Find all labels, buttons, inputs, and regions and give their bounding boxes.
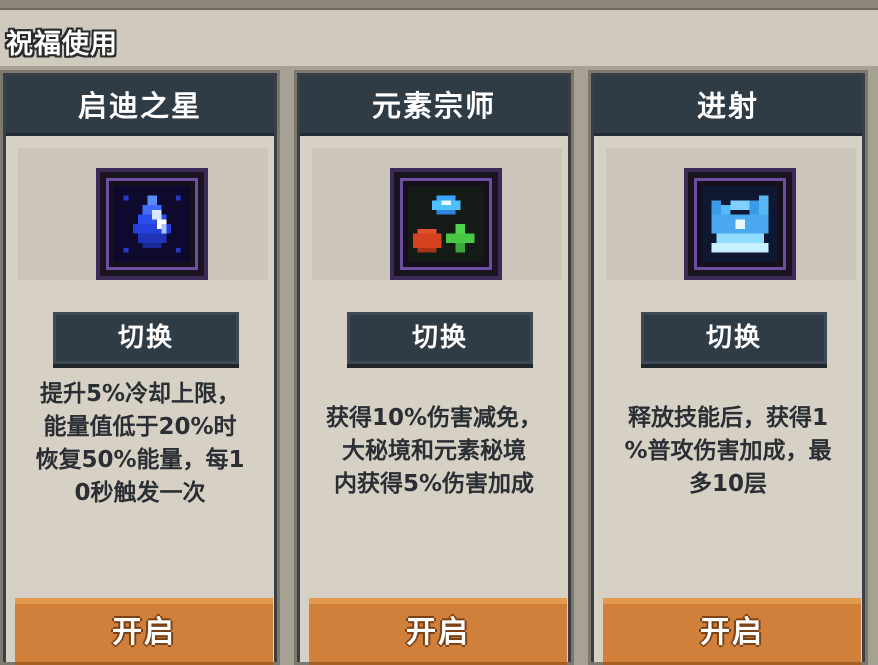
- blessing-screen: 祝福使用 启迪之星 切换 提升5%冷却上限， 能量值低于20%时 恢复50%能量…: [0, 0, 878, 665]
- card-body: 元素宗师 切换 获得10%伤害减免， 大秘境和元素秘境 内获得5%伤害加成 开启: [297, 73, 571, 665]
- icon-panel: [18, 148, 268, 280]
- switch-button[interactable]: 切换: [53, 312, 239, 364]
- icon-panel: [606, 148, 856, 280]
- card-title-bar: 元素宗师: [300, 76, 568, 136]
- switch-button-label: 切换: [411, 323, 468, 353]
- switch-button[interactable]: 切换: [347, 312, 533, 364]
- enable-button-label: 开启: [406, 615, 470, 650]
- card-body: 启迪之星 切换 提升5%冷却上限， 能量值低于20%时 恢复50%能量，每1 0…: [3, 73, 277, 665]
- card-title: 进射: [696, 89, 759, 123]
- card-title: 元素宗师: [371, 89, 496, 123]
- card-description: 提升5%冷却上限， 能量值低于20%时 恢复50%能量，每1 0秒触发一次: [35, 381, 245, 506]
- blessing-card: 启迪之星 切换 提升5%冷却上限， 能量值低于20%时 恢复50%能量，每1 0…: [0, 70, 280, 665]
- card-description: 释放技能后，获得1 %普攻伤害加成，最 多10层: [624, 405, 832, 497]
- switch-button-label: 切换: [705, 323, 762, 353]
- card-title-bar: 启迪之星: [6, 76, 274, 136]
- card-description: 获得10%伤害减免， 大秘境和元素秘境 内获得5%伤害加成: [325, 405, 543, 497]
- enable-button[interactable]: 开启: [15, 598, 273, 665]
- top-edge: [0, 0, 878, 10]
- blessing-card: 元素宗师 切换 获得10%伤害减免， 大秘境和元素秘境 内获得5%伤害加成 开启: [294, 70, 574, 665]
- enable-button-label: 开启: [700, 615, 764, 650]
- icon-panel: [312, 148, 562, 280]
- enable-button-label: 开启: [112, 615, 176, 650]
- blue-crystal-star-icon: [96, 168, 208, 280]
- switch-button-label: 切换: [117, 323, 174, 353]
- blessing-card: 进射 切换 释放技能后，获得1 %普攻伤害加成，最 多10层 开启: [588, 70, 868, 665]
- card-title-bar: 进射: [594, 76, 862, 136]
- switch-button[interactable]: 切换: [641, 312, 827, 364]
- card-title: 启迪之星: [77, 89, 202, 123]
- card-body: 进射 切换 释放技能后，获得1 %普攻伤害加成，最 多10层 开启: [591, 73, 865, 665]
- enable-button[interactable]: 开启: [309, 598, 567, 665]
- page-title: 祝福使用: [6, 29, 118, 60]
- element-orbs-icon: [390, 168, 502, 280]
- header-bar: 祝福使用: [0, 10, 878, 66]
- enable-button[interactable]: 开启: [603, 598, 861, 665]
- ice-shard-burst-icon: [684, 168, 796, 280]
